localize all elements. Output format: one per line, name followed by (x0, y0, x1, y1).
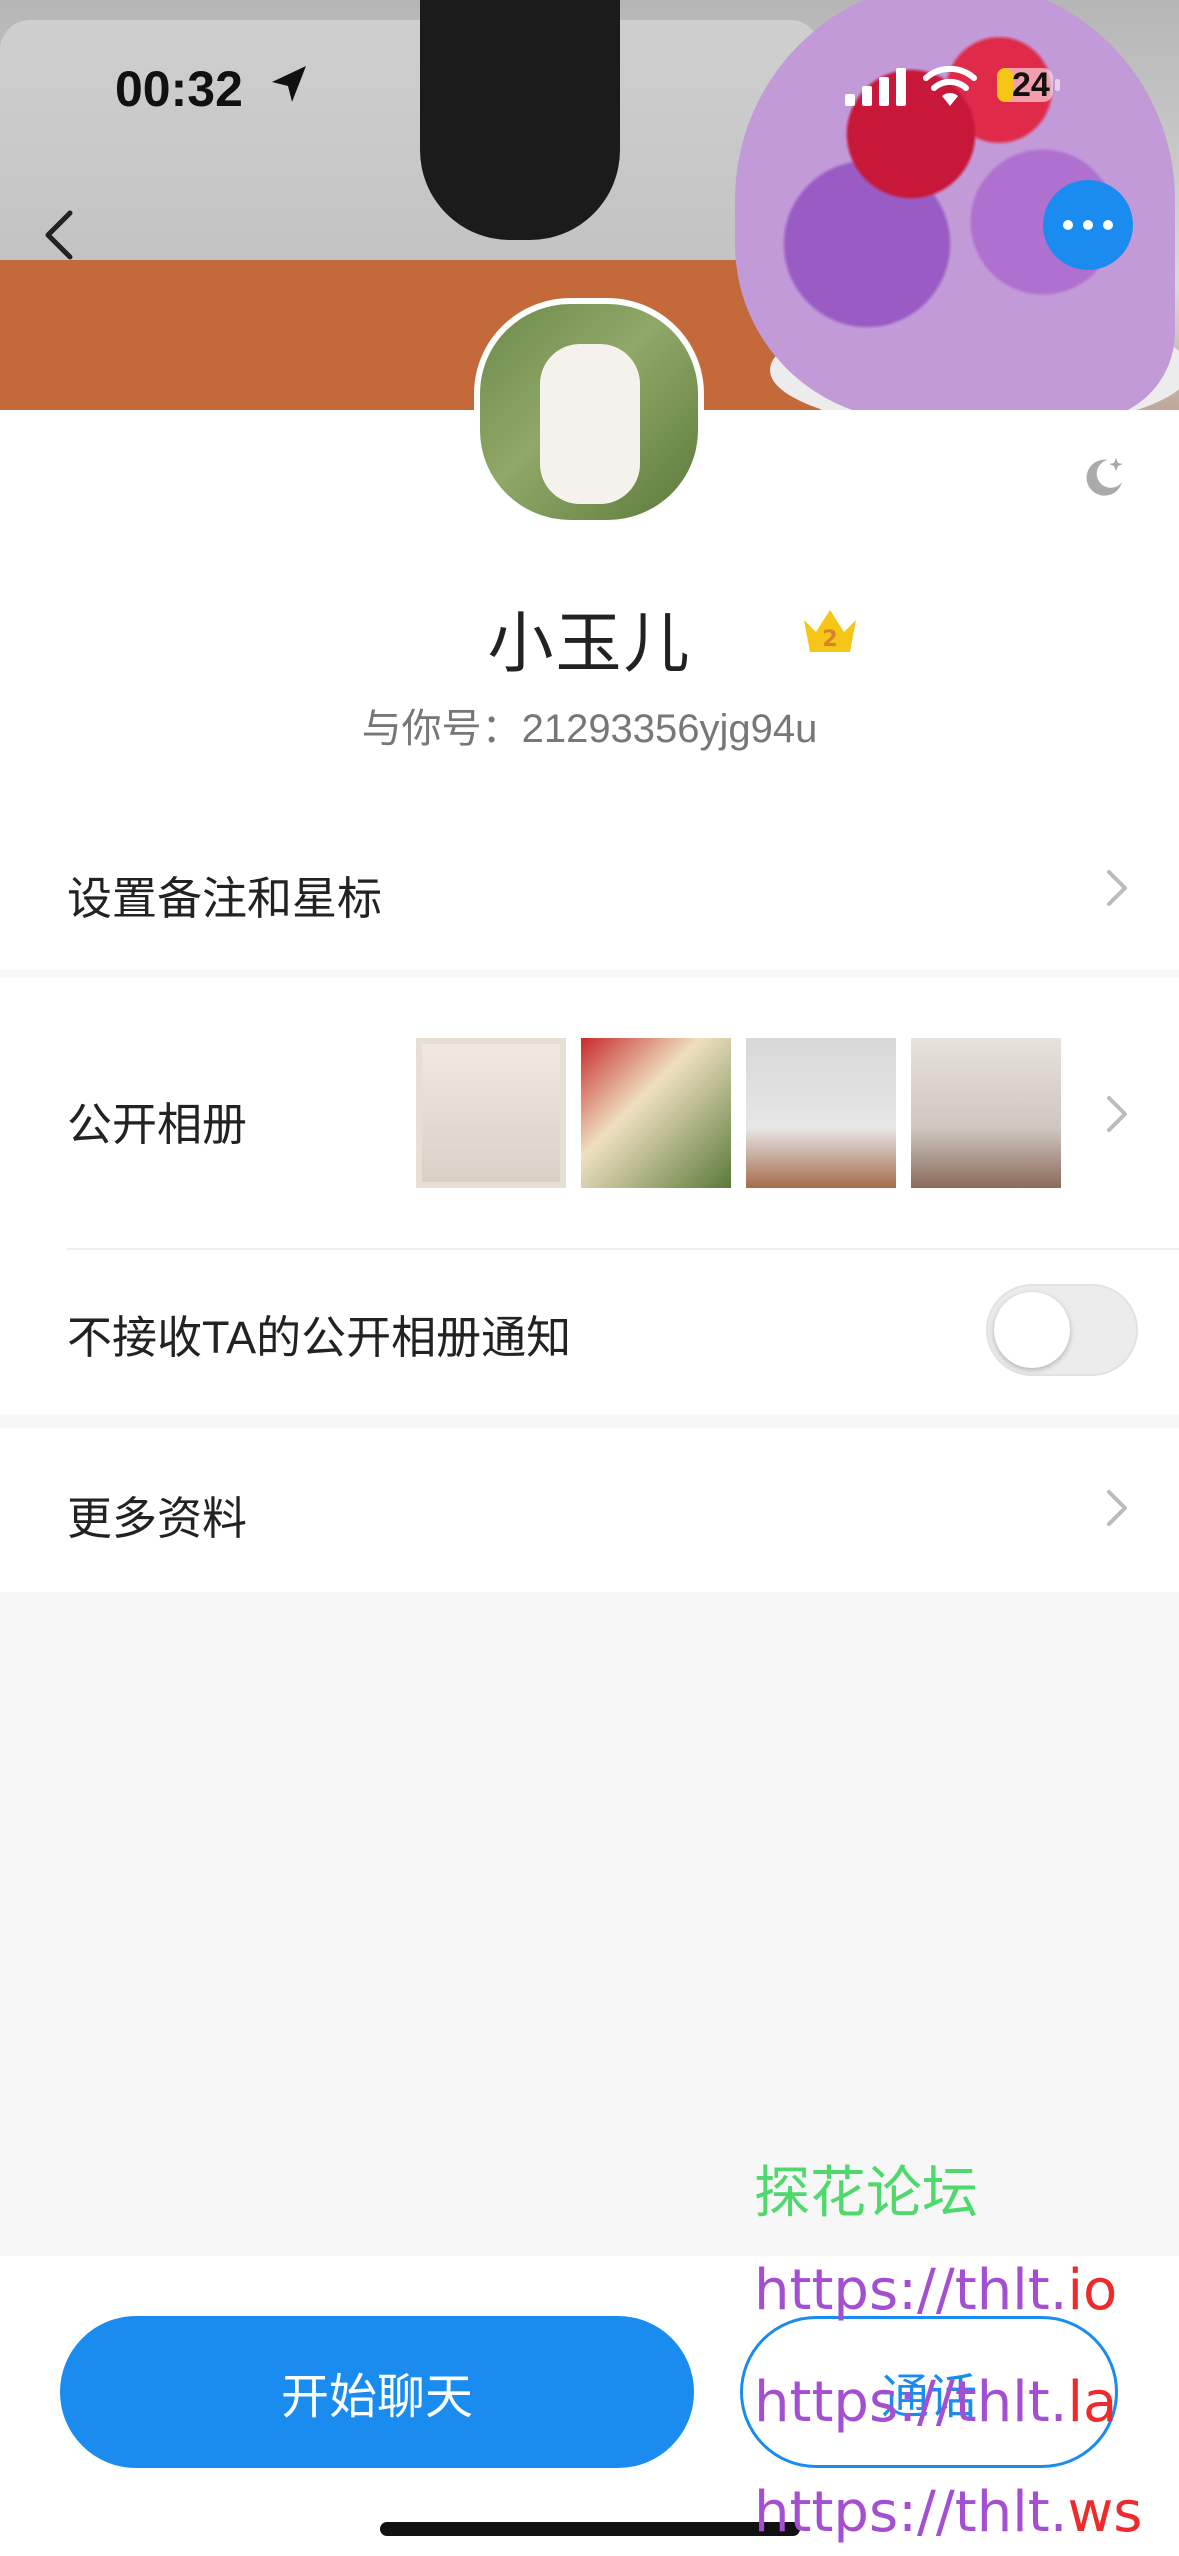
remark-row-label: 设置备注和星标 (67, 873, 383, 924)
battery-level: 24 (1012, 66, 1050, 104)
more-options-button[interactable] (1043, 180, 1133, 270)
location-arrow-icon (272, 66, 306, 102)
watermark-link: https://thlt.io (754, 2258, 1117, 2323)
status-bar: 00:32 24 (0, 0, 1179, 170)
wifi-icon (923, 66, 977, 106)
row-divider (67, 1248, 1179, 1250)
more-dot-icon (1103, 220, 1113, 230)
chevron-right-icon (1107, 1490, 1127, 1526)
profile-name: 小玉儿 (487, 606, 692, 680)
more-dot-icon (1063, 220, 1073, 230)
chevron-right-icon (1107, 870, 1127, 906)
avatar[interactable] (474, 298, 704, 526)
more-info-label: 更多资料 (67, 1493, 248, 1544)
watermark-link-prefix: https://thlt. (754, 2480, 1068, 2545)
start-chat-button[interactable]: 开始聊天 (60, 2316, 694, 2468)
status-time: 00:32 (115, 61, 243, 117)
more-dot-icon (1083, 220, 1093, 230)
chevron-right-icon[interactable] (1105, 1094, 1131, 1134)
watermark-link: https://thlt.la (754, 2370, 1117, 2435)
watermark-link-suffix: io (1067, 2258, 1118, 2323)
public-album-label[interactable]: 公开相册 (67, 1088, 247, 1153)
album-thumbnails[interactable] (416, 1038, 1061, 1188)
profile-id: 与你号：21293356yjg94u (361, 707, 818, 751)
night-mode-moon-icon[interactable] (1082, 454, 1126, 498)
remark-and-star-row[interactable]: 设置备注和星标 (0, 812, 1179, 964)
album-thumbnail[interactable] (416, 1038, 566, 1188)
watermark-forum: 探花论坛 (754, 2161, 978, 2226)
cellular-signal-icon (845, 68, 906, 106)
watermark-link-suffix: ws (1067, 2480, 1143, 2545)
back-chevron-icon[interactable] (40, 205, 80, 265)
public-album-section: 公开相册 不接收TA的公开相册通知 (0, 978, 1179, 1414)
crown-level-text: 2 (822, 627, 837, 652)
watermark-link-prefix: https://thlt. (754, 2258, 1068, 2323)
toggle-knob (994, 1292, 1070, 1368)
album-thumbnail[interactable] (911, 1038, 1061, 1188)
album-notify-label: 不接收TA的公开相册通知 (67, 1312, 572, 1363)
watermark-link-suffix: la (1067, 2370, 1118, 2435)
more-info-row[interactable]: 更多资料 (0, 1428, 1179, 1592)
home-indicator[interactable] (380, 2522, 800, 2536)
watermark-link-prefix: https://thlt. (754, 2370, 1068, 2435)
avatar-figure (540, 344, 640, 504)
album-notify-toggle[interactable] (986, 1284, 1138, 1376)
crown-level-icon: 2 (804, 610, 856, 652)
album-thumbnail[interactable] (746, 1038, 896, 1188)
album-thumbnail[interactable] (581, 1038, 731, 1188)
watermark-link: https://thlt.ws (754, 2480, 1142, 2545)
